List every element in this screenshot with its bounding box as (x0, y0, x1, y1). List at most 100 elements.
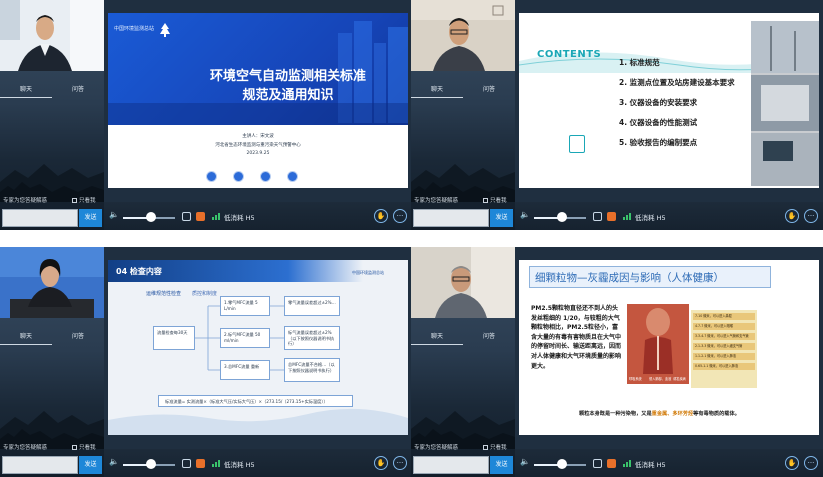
flow-box: 标气流量误差超过±2%（以下按照仪器说明书执行） (284, 326, 340, 350)
send-button[interactable]: 发送 (79, 209, 102, 227)
chat-hint: 专家为您答疑解惑 (414, 445, 459, 451)
volume-icon[interactable]: 🔈 (520, 210, 530, 219)
only-mine-toggle[interactable]: 只看我 (72, 196, 96, 204)
checkbox[interactable] (72, 444, 77, 450)
screen-icon[interactable] (593, 212, 602, 221)
slide-view: 中国环境监测总站 环境空气自动监测相关标准 规范及通用知识 主讲人：宋文波 河北… (108, 13, 408, 188)
badge-icon (206, 171, 217, 182)
slide-caption: 颗粒本身既是一种污染物，又是重金属、多环芳烃等有毒物质的载体。 (579, 410, 740, 417)
signal-icon (212, 460, 220, 467)
volume-knob[interactable] (557, 212, 567, 222)
toc-item: 1. 标准规范 (619, 58, 660, 67)
quality-label[interactable]: 低消耗 H5 (635, 212, 666, 222)
figure-label: 诱发疾病 (673, 377, 686, 381)
quality-label[interactable]: 低消耗 H5 (635, 459, 666, 469)
tab-qa[interactable]: 问答 (52, 329, 104, 345)
speaker: 主讲人：宋文波 (242, 134, 274, 139)
more-icon[interactable]: ··· (804, 209, 818, 223)
background-mountains (411, 164, 515, 202)
more-icon[interactable]: ··· (804, 456, 818, 470)
send-button[interactable]: 发送 (490, 209, 513, 227)
figure-label: 呼吸系统 (629, 377, 642, 381)
legend-item: 4.7-7 微米，可以进入咽喉 (693, 323, 755, 330)
legend-item: 1.1-2.1 微米，可以进入肺泡 (693, 353, 755, 360)
hand-icon[interactable]: ✋ (374, 456, 388, 470)
chat-input[interactable] (2, 456, 78, 474)
caption-highlight: 重金属、多环芳烃 (651, 411, 694, 417)
volume-knob[interactable] (146, 459, 156, 469)
tab-chat[interactable]: 聊天 (0, 82, 52, 98)
layout-icon[interactable] (607, 459, 616, 468)
chat-input[interactable] (413, 209, 489, 227)
tab-qa[interactable]: 问答 (463, 329, 515, 345)
hand-icon[interactable]: ✋ (785, 456, 799, 470)
quality-label[interactable]: 低消耗 H5 (224, 212, 255, 222)
layout-icon[interactable] (196, 459, 205, 468)
screen-icon[interactable] (593, 459, 602, 468)
player-toolbar: 🔈 低消耗 H5 ✋ ··· (104, 449, 412, 477)
document-icon (569, 135, 585, 153)
layout-icon[interactable] (196, 212, 205, 221)
toc-item: 4. 仪器设备的性能测试 (619, 118, 698, 127)
signal-icon (212, 213, 220, 220)
layout-icon[interactable] (607, 212, 616, 221)
signal-icon (623, 213, 631, 220)
anatomy-figure: 呼吸系统 侵入肺部、血液 诱发疾病 (627, 304, 689, 384)
flow-box: 2.标气MFC流量 50 ml/min (220, 328, 270, 348)
caption-post: 等有毒物质的载体。 (693, 411, 740, 417)
volume-icon[interactable]: 🔈 (109, 210, 119, 219)
slide-lower: 主讲人：宋文波 河北省生态环境监测与重污染天气预警中心 2023.9.25 (108, 125, 408, 188)
volume-icon[interactable]: 🔈 (520, 457, 530, 466)
toc-item: 5. 验收报告的编制要点 (619, 138, 698, 147)
slide-view: 04 检查内容 中国环境监测总站 运维规范性检查 质控和制度 流量检查每30天 … (108, 260, 408, 435)
only-mine-toggle[interactable]: 只看我 (72, 443, 96, 451)
webcam-video (0, 0, 104, 71)
contents-heading: CONTENTS (537, 49, 602, 60)
player-toolbar: 🔈 低消耗 H5 ✋ ··· (104, 202, 412, 230)
hand-icon[interactable]: ✋ (785, 209, 799, 223)
webcam-video (0, 247, 104, 318)
send-button[interactable]: 发送 (79, 456, 102, 474)
figure-label: 侵入肺部、血液 (649, 377, 672, 381)
only-mine-toggle[interactable]: 只看我 (483, 196, 507, 204)
volume-knob[interactable] (146, 212, 156, 222)
only-mine-label: 只看我 (79, 445, 96, 451)
flow-box: 1.零气MFC流量 5 L/min (220, 296, 270, 316)
quality-label[interactable]: 低消耗 H5 (224, 459, 255, 469)
checkbox[interactable] (72, 197, 77, 203)
checkbox[interactable] (483, 444, 488, 450)
more-icon[interactable]: ··· (393, 209, 407, 223)
icon-row (206, 171, 298, 182)
more-icon[interactable]: ··· (393, 456, 407, 470)
tab-qa[interactable]: 问答 (463, 82, 515, 98)
meeting-panel: 聊天 问答 专家为您答疑解惑 只看我 发送 中国环境监测总站 环境空气自动监测相… (0, 0, 412, 230)
slide-title-line2: 规范及通用知识 (242, 88, 334, 103)
screen-icon[interactable] (182, 212, 191, 221)
chat-input[interactable] (413, 456, 489, 474)
send-button[interactable]: 发送 (490, 456, 513, 474)
tab-qa[interactable]: 问答 (52, 82, 104, 98)
chat-hint: 专家为您答疑解惑 (414, 198, 459, 204)
tab-chat[interactable]: 聊天 (411, 82, 463, 98)
side-column: 聊天 问答 专家为您答疑解惑 只看我 发送 (411, 0, 515, 230)
hand-icon[interactable]: ✋ (374, 209, 388, 223)
webcam-video (411, 247, 515, 318)
particle-size-legend: 7-10 微米，可以进入鼻腔 4.7-7 微米，可以进入咽喉 3.3-4.7 微… (691, 310, 757, 388)
checkbox[interactable] (483, 197, 488, 203)
volume-knob[interactable] (557, 459, 567, 469)
legend-item: 0.65-1.1 微米，可以进入肺泡 (693, 363, 755, 370)
only-mine-label: 只看我 (490, 445, 507, 451)
chat-hint: 专家为您答疑解惑 (3, 198, 48, 204)
signal-icon (623, 460, 631, 467)
player-toolbar: 🔈 低消耗 H5 ✋ ··· (515, 202, 823, 230)
slide-title-line1: 环境空气自动监测相关标准 (209, 69, 366, 84)
chat-input[interactable] (2, 209, 78, 227)
side-column: 聊天 问答 专家为您答疑解惑 只看我 发送 (411, 247, 515, 477)
formula-box: 标准流量= 实测流量×（标准大气压/实际大气压）×（273.15/（273.15… (158, 395, 353, 407)
background-mountains (0, 164, 104, 202)
tab-chat[interactable]: 聊天 (411, 329, 463, 345)
screen-icon[interactable] (182, 459, 191, 468)
volume-icon[interactable]: 🔈 (109, 457, 119, 466)
tab-chat[interactable]: 聊天 (0, 329, 52, 345)
only-mine-toggle[interactable]: 只看我 (483, 443, 507, 451)
